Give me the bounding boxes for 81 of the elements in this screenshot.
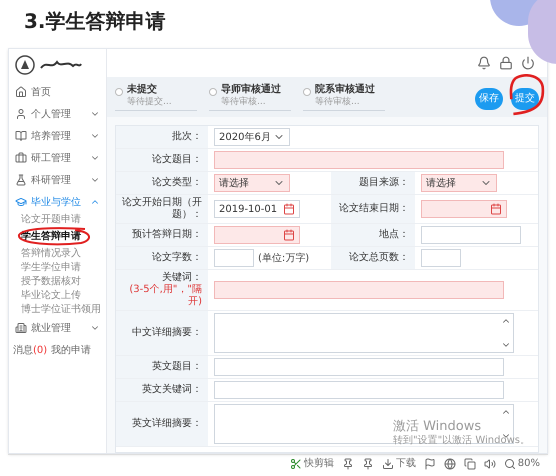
- submenu-item[interactable]: 学生学位申请: [21, 261, 106, 275]
- field-label: 论文总页数：: [349, 252, 409, 264]
- step-title: 导师审核通过: [221, 84, 281, 96]
- calendar-icon: [283, 229, 295, 241]
- download-icon[interactable]: [382, 458, 394, 470]
- toolbar-icon[interactable]: [342, 458, 354, 470]
- menu-item-icon: [15, 152, 27, 164]
- sidebar-item[interactable]: 科研管理: [9, 169, 106, 191]
- date-field[interactable]: 2019-10-01: [214, 200, 300, 218]
- footer-link[interactable]: 我的申请: [51, 343, 92, 358]
- field-label: 地点：: [379, 229, 409, 241]
- field-label: 英文题目：: [152, 361, 202, 373]
- field-label: 中文详细摘要：: [132, 327, 202, 339]
- submenu-item[interactable]: 授予数据核对: [21, 275, 106, 289]
- menu-item-icon: [15, 130, 27, 142]
- bell-icon[interactable]: [477, 56, 491, 70]
- number-field[interactable]: [421, 249, 461, 267]
- calendar-icon: [490, 203, 502, 215]
- input-field[interactable]: [214, 151, 504, 169]
- input-field[interactable]: [214, 281, 504, 299]
- step-title: 未提交: [127, 84, 158, 96]
- zoom-level[interactable]: 80%: [518, 456, 540, 471]
- field-label: 论文结束日期：: [339, 203, 409, 215]
- step-subtitle: 等待审核...: [221, 96, 267, 108]
- input-field[interactable]: [214, 381, 504, 399]
- scissors-icon[interactable]: [290, 458, 302, 470]
- field-label: 论文题目：: [152, 154, 202, 166]
- menu-item-icon: [15, 174, 27, 186]
- sidebar-item[interactable]: 首页: [9, 81, 106, 103]
- field-label: 论文开始日期（开题）：: [122, 197, 202, 221]
- field-label: 关键词：: [162, 272, 202, 284]
- toolbar-icon[interactable]: [444, 458, 456, 470]
- action-button[interactable]: 保存: [475, 88, 503, 110]
- step-title: 院系审核通过: [315, 84, 375, 96]
- submenu-item[interactable]: 论文开题申请: [21, 213, 106, 227]
- sidebar-item[interactable]: 培养管理: [9, 125, 106, 147]
- submenu-item[interactable]: 博士学位证书领用: [21, 303, 106, 317]
- download-item[interactable]: 下载: [396, 456, 416, 471]
- select-field[interactable]: 2020年6月: [214, 128, 290, 146]
- field-label: 批次：: [172, 131, 202, 143]
- sidebar-item[interactable]: 就业管理: [9, 317, 106, 339]
- calendar-icon: [283, 203, 295, 215]
- field-label: 论文字数：: [152, 252, 202, 264]
- select-field[interactable]: 请选择: [214, 174, 290, 192]
- activation-notice-title: 激活 Windows: [392, 420, 482, 434]
- field-label: 预计答辩日期：: [132, 229, 202, 241]
- menu-item-icon: [15, 108, 27, 120]
- status-app-item[interactable]: 快剪辑: [304, 456, 334, 471]
- toolbar-icon[interactable]: [362, 458, 374, 470]
- footer-link[interactable]: 消息(0): [13, 343, 48, 358]
- toolbar-icon[interactable]: [464, 458, 476, 470]
- number-field[interactable]: [214, 249, 254, 267]
- sidebar-item[interactable]: 研工管理: [9, 147, 106, 169]
- power-icon[interactable]: [521, 56, 535, 70]
- sidebar-item[interactable]: 毕业与学位: [9, 191, 106, 213]
- step-subtitle: 等待审核...: [315, 96, 361, 108]
- menu-item-icon: [15, 86, 27, 98]
- search-icon[interactable]: [504, 458, 516, 470]
- slide-title: 3.学生答辩申请: [24, 8, 166, 35]
- activation-notice-text: 转到"设置"以激活 Windows。: [392, 434, 530, 448]
- field-label: 英文详细摘要：: [132, 418, 202, 430]
- input-field[interactable]: [214, 358, 504, 376]
- menu-item-icon: [15, 322, 27, 334]
- sidebar-item[interactable]: 个人管理: [9, 103, 106, 125]
- unit-text: (单位:万字): [258, 252, 310, 266]
- field-label: 论文类型：: [152, 177, 202, 189]
- select-field[interactable]: 请选择: [421, 174, 497, 192]
- submenu-item[interactable]: 毕业论文上传: [21, 289, 106, 303]
- field-hint: (3-5个,用"，"隔开): [128, 284, 202, 308]
- lock-icon[interactable]: [499, 56, 513, 70]
- input-field[interactable]: [421, 226, 521, 244]
- toolbar-icon[interactable]: [424, 458, 436, 470]
- toolbar-icon[interactable]: [484, 458, 496, 470]
- action-button[interactable]: 提交: [511, 88, 539, 110]
- field-label: 题目来源：: [359, 177, 409, 189]
- submenu-item[interactable]: 答辩情况录入: [21, 247, 106, 261]
- field-label: 英文关键词：: [142, 384, 202, 396]
- date-field[interactable]: [421, 200, 507, 218]
- menu-item-icon: [15, 196, 27, 208]
- date-field[interactable]: [214, 226, 300, 244]
- step-subtitle: 等待提交...: [127, 96, 172, 108]
